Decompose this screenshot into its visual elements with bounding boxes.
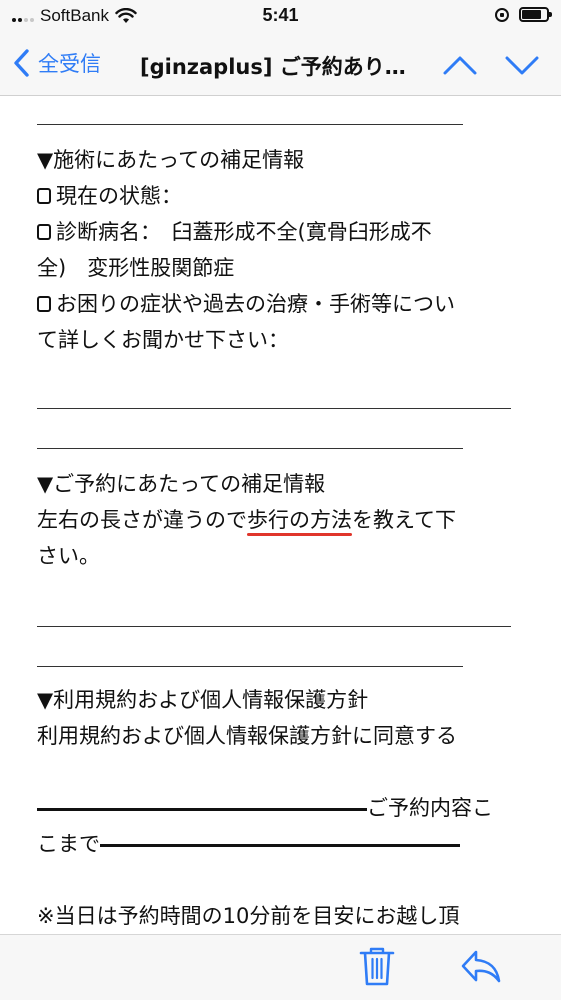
booking-note-line2: さい。 bbox=[37, 544, 100, 568]
rotation-lock-icon bbox=[495, 7, 509, 22]
terms-agreement: 利用規約および個人情報保護方針に同意する bbox=[37, 724, 457, 748]
bottom-toolbar bbox=[0, 934, 561, 1000]
diagnosis-item-cont: 全) 変形性股関節症 bbox=[37, 256, 235, 280]
divider bbox=[37, 666, 463, 667]
highlighted-phrase: 歩行の方法 bbox=[247, 508, 352, 532]
back-button-label: 全受信 bbox=[38, 52, 101, 76]
status-bar: SoftBank 5:41 bbox=[0, 0, 561, 34]
back-button[interactable]: 全受信 bbox=[10, 48, 101, 78]
section-heading-booking: ▼ご予約にあたっての補足情報 bbox=[37, 472, 326, 496]
chevron-up-icon[interactable] bbox=[440, 50, 480, 80]
chevron-down-icon[interactable] bbox=[502, 50, 542, 80]
battery-fill bbox=[522, 10, 542, 19]
mail-body: ▼施術にあたっての補足情報 現在の状態： 診断病名： 臼蓋形成不全(寛骨臼形成不… bbox=[37, 96, 537, 934]
booking-note-line1: 左右の長さが違うので歩行の方法を教えて下 bbox=[37, 508, 456, 532]
battery-icon bbox=[519, 7, 552, 22]
arrival-note: ※当日は予約時間の10分前を目安にお越し頂 bbox=[37, 904, 460, 928]
checkbox-icon bbox=[37, 188, 51, 204]
current-state-item: 現在の状態： bbox=[37, 178, 182, 214]
booking-end-marker-line2: こまで bbox=[37, 826, 460, 862]
divider bbox=[37, 807, 367, 811]
status-right bbox=[495, 7, 552, 22]
symptoms-item-cont: て詳しくお聞かせ下さい： bbox=[37, 328, 289, 352]
section-heading-terms: ▼利用規約および個人情報保護方針 bbox=[37, 688, 369, 712]
divider bbox=[37, 124, 463, 125]
status-time: 5:41 bbox=[262, 5, 299, 25]
chevron-left-icon bbox=[14, 49, 29, 77]
diagnosis-item: 診断病名： 臼蓋形成不全(寛骨臼形成不 bbox=[37, 214, 432, 250]
divider bbox=[100, 843, 460, 847]
symptoms-item: お困りの症状や過去の治療・手術等につい bbox=[37, 286, 455, 322]
checkbox-icon bbox=[37, 296, 51, 312]
divider bbox=[37, 626, 511, 627]
mail-subject-title: [ginzaplus] ご予約あり… bbox=[140, 55, 406, 79]
mail-nav-bar: 全受信 [ginzaplus] ご予約あり… bbox=[0, 34, 561, 96]
divider bbox=[37, 448, 463, 449]
booking-end-marker-line1: ご予約内容こ bbox=[37, 790, 493, 826]
section-heading-treatment: ▼施術にあたっての補足情報 bbox=[37, 148, 305, 172]
checkbox-icon bbox=[37, 224, 51, 240]
trash-icon[interactable] bbox=[358, 945, 396, 987]
reply-icon[interactable] bbox=[460, 947, 502, 985]
divider bbox=[37, 408, 511, 409]
